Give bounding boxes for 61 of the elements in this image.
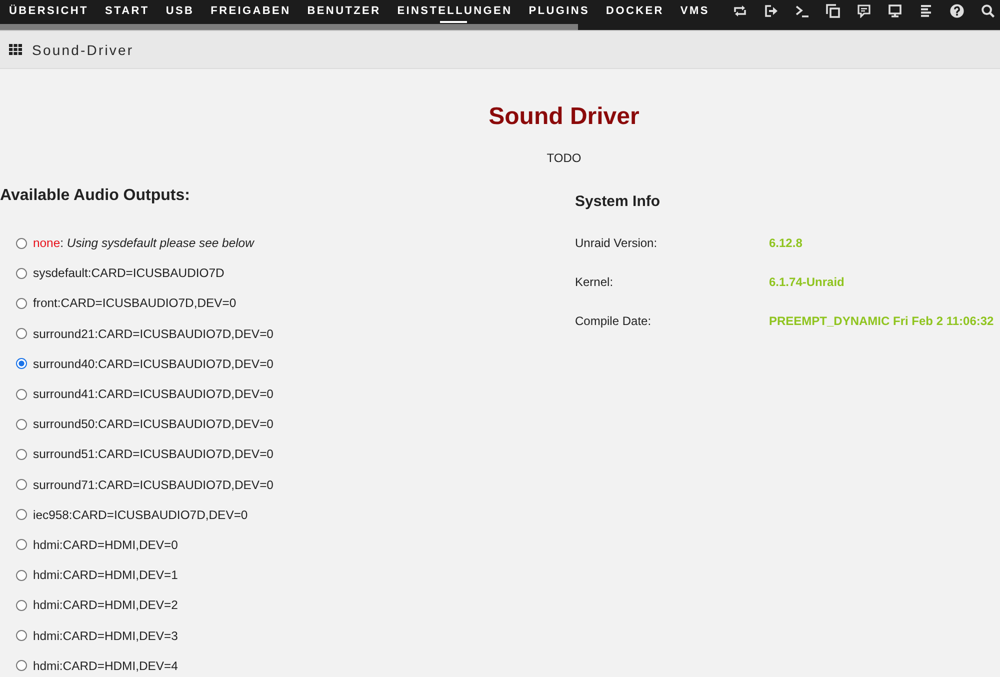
option-label: none: Using sysdefault please see below <box>33 236 254 250</box>
option-label: surround21:CARD=ICUSBAUDIO7D,DEV=0 <box>33 326 274 341</box>
nav-tab[interactable]: ÜBERSICHT <box>0 0 96 24</box>
radio-button[interactable] <box>16 418 27 430</box>
radio-button[interactable] <box>16 570 27 581</box>
option-label: iec958:CARD=ICUSBAUDIO7D,DEV=0 <box>33 508 248 522</box>
loop-arrows-icon[interactable] <box>733 4 747 18</box>
copy-icon[interactable] <box>826 4 840 18</box>
radio-button[interactable] <box>16 509 27 520</box>
radio-button[interactable] <box>16 448 27 460</box>
option-label: surround51:CARD=ICUSBAUDIO7D,DEV=0 <box>33 447 274 462</box>
option-label: hdmi:CARD=HDMI,DEV=3 <box>33 628 178 643</box>
nav-tab[interactable]: START <box>96 0 157 24</box>
scrollbar-thumb[interactable] <box>0 24 578 30</box>
radio-button[interactable] <box>16 630 27 642</box>
text-lines-icon[interactable] <box>919 4 933 18</box>
radio-button[interactable] <box>16 298 27 309</box>
section-title: Available Audio Outputs: <box>0 186 190 206</box>
option-label: hdmi:CARD=HDMI,DEV=2 <box>33 598 178 612</box>
info-label: Unraid Version: <box>575 236 658 250</box>
info-label: Kernel: <box>575 275 614 289</box>
radio-button[interactable] <box>16 238 27 249</box>
radio-button[interactable] <box>16 600 27 611</box>
search-icon[interactable] <box>981 4 995 18</box>
nav-tab[interactable]: VMS <box>671 0 717 24</box>
nav-tab[interactable]: EINSTELLUNGEN <box>388 0 520 24</box>
chat-bubble-icon[interactable] <box>857 4 871 18</box>
subtitle-text: TODO <box>546 150 582 166</box>
monitor-icon[interactable] <box>888 4 902 18</box>
radio-button[interactable] <box>16 660 27 672</box>
option-label: front:CARD=ICUSBAUDIO7D,DEV=0 <box>33 296 236 310</box>
radio-button[interactable] <box>16 358 27 370</box>
nav-tab[interactable]: USB <box>156 0 202 24</box>
page-heading: Sound Driver <box>488 102 640 132</box>
info-value: 6.12.8 <box>769 236 802 250</box>
help-icon[interactable] <box>950 4 964 18</box>
nav-tab[interactable]: PLUGINS <box>520 0 598 24</box>
grid-icon <box>9 44 22 55</box>
option-label: surround71:CARD=ICUSBAUDIO7D,DEV=0 <box>33 478 274 492</box>
info-value: PREEMPT_DYNAMIC Fri Feb 2 11:06:32 <box>769 314 994 328</box>
exit-arrow-icon[interactable] <box>764 4 778 18</box>
info-label: Compile Date: <box>575 314 652 328</box>
info-value: 6.1.74-Unraid <box>769 275 844 289</box>
option-label: hdmi:CARD=HDMI,DEV=0 <box>33 538 178 552</box>
radio-button[interactable] <box>16 479 27 490</box>
option-label: hdmi:CARD=HDMI,DEV=4 <box>33 658 178 673</box>
radio-button[interactable] <box>16 388 27 400</box>
option-label: surround41:CARD=ICUSBAUDIO7D,DEV=0 <box>33 387 274 402</box>
page-title: Sound-Driver <box>32 42 134 58</box>
nav-tab[interactable]: BENUTZER <box>298 0 388 24</box>
radio-button[interactable] <box>16 539 27 550</box>
option-label: sysdefault:CARD=ICUSBAUDIO7D <box>33 266 224 280</box>
terminal-icon[interactable] <box>795 4 809 18</box>
option-label: hdmi:CARD=HDMI,DEV=1 <box>33 568 178 582</box>
option-label: surround40:CARD=ICUSBAUDIO7D,DEV=0 <box>33 356 274 371</box>
section-title: System Info <box>575 192 660 212</box>
nav-tab[interactable]: FREIGABEN <box>202 0 298 24</box>
option-label: surround50:CARD=ICUSBAUDIO7D,DEV=0 <box>33 417 274 432</box>
nav-tab[interactable]: DOCKER <box>597 0 672 24</box>
radio-button[interactable] <box>16 268 27 279</box>
radio-button[interactable] <box>16 328 27 340</box>
